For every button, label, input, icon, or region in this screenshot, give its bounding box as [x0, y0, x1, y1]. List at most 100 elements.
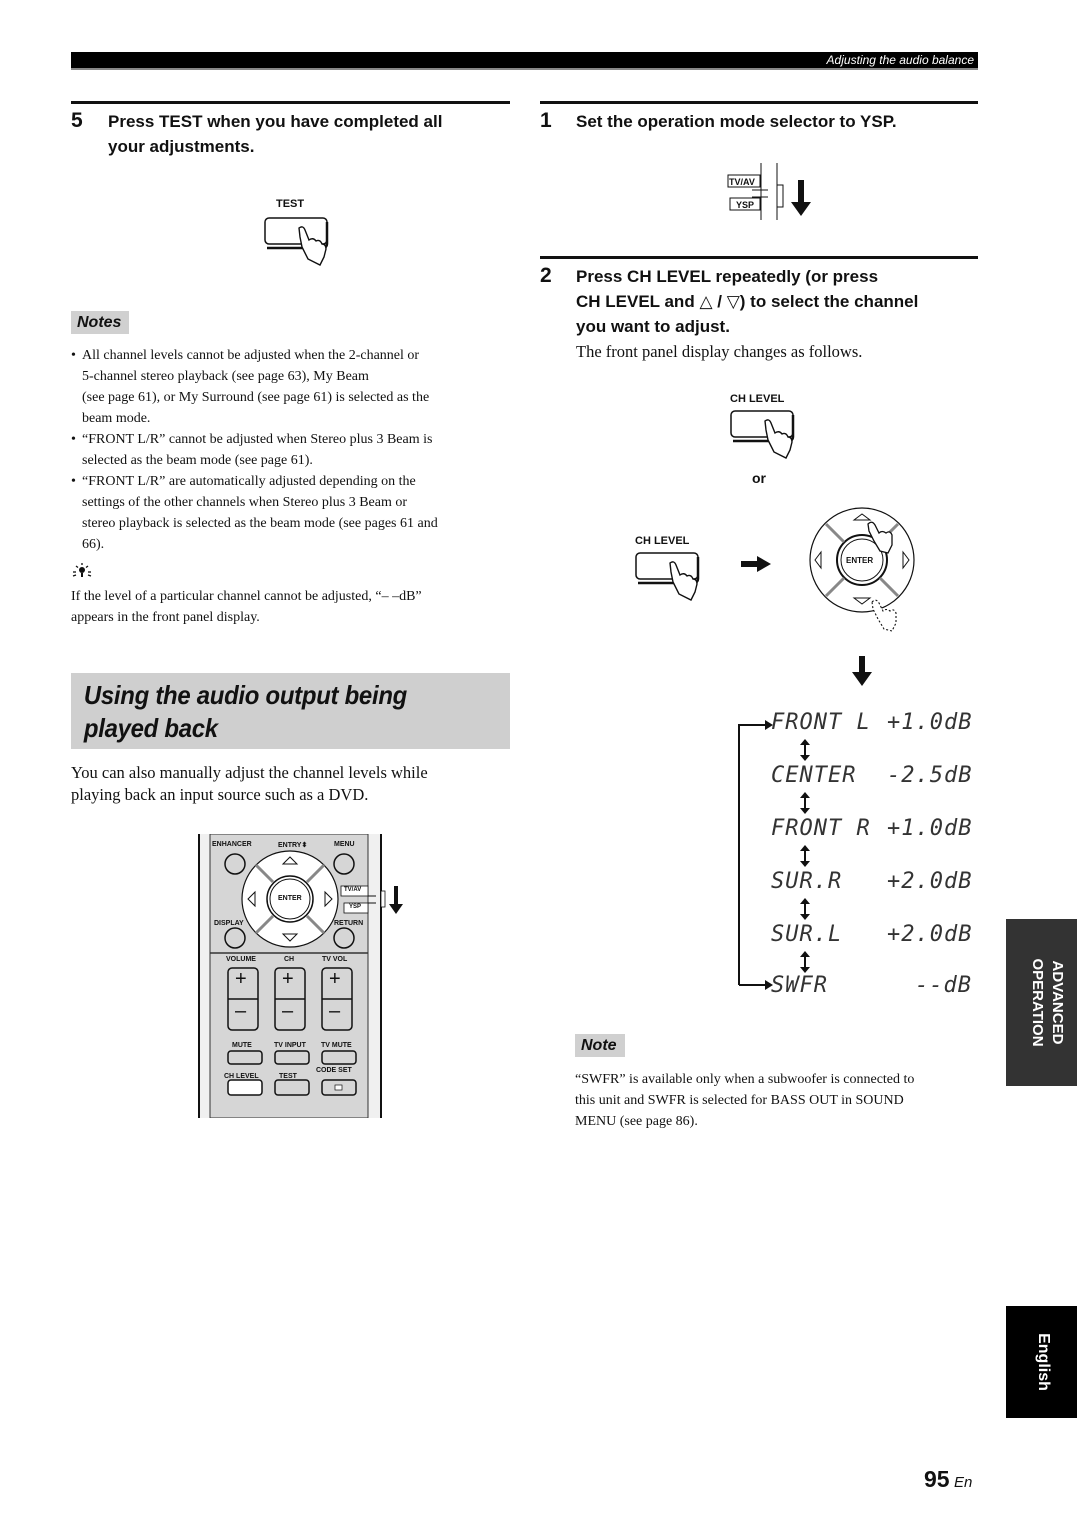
display-level: +2.0dB: [887, 922, 973, 947]
menu-button: [333, 853, 355, 875]
step-2-text: Press CH LEVEL repeatedly (or press CH L…: [576, 264, 981, 339]
step-5-line: your adjustments.: [108, 137, 255, 156]
display-level: --dB: [915, 973, 972, 998]
section-title-line: Using the audio output being: [83, 680, 408, 710]
enhancer-button: [224, 853, 246, 875]
note-line: beam mode.: [82, 411, 151, 426]
note-line: 5-channel stereo playback (see page 63),…: [82, 369, 369, 384]
ysp-label: YSP: [349, 904, 362, 910]
page-number-value: 95: [924, 1466, 950, 1492]
step-number: 2: [540, 264, 552, 287]
menu-label: MENU: [334, 841, 355, 848]
display-channel: SUR.R: [771, 869, 843, 894]
volume-up-button[interactable]: +: [235, 968, 247, 991]
or-label: or: [752, 470, 766, 486]
note-line: (see page 61), or My Surround (see page …: [82, 390, 430, 405]
step-2-fragment: CH LEVEL and: [576, 292, 695, 311]
tv-mute-label: TV MUTE: [321, 1042, 352, 1049]
note-line: stereo playback is selected as the beam …: [82, 516, 438, 531]
display-channel: FRONT L: [771, 710, 871, 735]
note-line: All channel levels cannot be adjusted wh…: [82, 348, 420, 363]
step-number: 5: [71, 109, 83, 132]
down-arrow-icon: [389, 886, 403, 914]
intro-line: You can also manually adjust the channel…: [71, 763, 428, 782]
display-channel: SWFR: [771, 973, 828, 998]
step-5-text: Press TEST when you have completed all y…: [108, 109, 508, 159]
press-button-illustration: [264, 217, 329, 266]
step-2-line: you want to adjust.: [576, 317, 730, 336]
entry-label: ENTRY⬍: [278, 842, 308, 849]
display-channel: FRONT R: [771, 816, 871, 841]
english-tab-label: English: [1035, 1333, 1052, 1391]
english-tab[interactable]: English: [1006, 1306, 1077, 1418]
section-title: Using the audio output being played back: [71, 673, 475, 745]
ch-level-label: CH LEVEL: [730, 393, 785, 405]
display-level: +1.0dB: [887, 816, 973, 841]
ysp-label: YSP: [736, 200, 755, 210]
advanced-operation-tab[interactable]: ADVANCED OPERATION: [1006, 919, 1077, 1086]
tv-av-label: TV/AV: [729, 177, 755, 187]
tv-vol-label: TV VOL: [322, 956, 348, 963]
note-line: selected as the beam mode (see page 61).: [82, 453, 313, 468]
note-line: 66).: [82, 537, 105, 552]
up-triangle-icon: △: [699, 292, 713, 311]
display-level: +2.0dB: [887, 869, 973, 894]
section-intro: You can also manually adjust the channel…: [71, 762, 511, 806]
step-2-description: The front panel display changes as follo…: [576, 342, 863, 361]
tip-text: If the level of a particular channel can…: [71, 586, 511, 628]
display-level: -2.5dB: [887, 763, 973, 788]
running-header: Adjusting the audio balance: [71, 52, 978, 70]
mode-selector[interactable]: TV/AV YSP: [726, 163, 826, 223]
ch-level-label: CH LEVEL: [635, 535, 690, 547]
note-line: “FRONT L/R” cannot be adjusted when Ster…: [82, 432, 433, 447]
ch-down-button[interactable]: –: [282, 1000, 293, 1023]
step-divider: [71, 101, 510, 104]
tip-line: If the level of a particular channel can…: [71, 589, 422, 604]
right-arrow-icon: [741, 556, 771, 577]
note-line: settings of the other channels when Ster…: [82, 495, 408, 510]
return-label: RETURN: [334, 920, 364, 927]
tv-vol-up-button[interactable]: +: [329, 968, 341, 991]
display-label: DISPLAY: [214, 920, 244, 927]
note-text: “SWFR” is available only when a subwoofe…: [575, 1069, 985, 1132]
step-divider: [540, 101, 978, 104]
test-label: TEST: [279, 1073, 297, 1080]
note-item: • “FRONT L/R” are automatically adjusted…: [71, 471, 511, 555]
cycle-loop-arrow: [738, 720, 810, 990]
step-5-line: Press TEST when you have completed all: [108, 112, 443, 131]
advanced-operation-tab-label: ADVANCED OPERATION: [1027, 919, 1077, 1086]
tv-vol-down-button[interactable]: –: [329, 1000, 340, 1023]
display-channel: CENTER: [771, 763, 857, 788]
remote-control: ENHANCER ENTRY⬍ MENU ENTER TV/AV YSP DIS…: [198, 834, 410, 1118]
ch-level-button[interactable]: [728, 407, 808, 468]
volume-down-button[interactable]: –: [235, 1000, 246, 1023]
test-button[interactable]: [262, 214, 342, 275]
slash: /: [717, 292, 722, 311]
direction-pad[interactable]: ENTER: [808, 506, 920, 636]
step-2-fragment: ) to select the channel: [739, 292, 919, 311]
ch-level-button[interactable]: [633, 549, 713, 610]
down-arrow-icon: [791, 180, 811, 216]
bullet: •: [71, 432, 76, 447]
page-number: 95 En: [924, 1466, 972, 1493]
ch-up-button[interactable]: +: [282, 968, 294, 991]
mute-label: MUTE: [232, 1042, 252, 1049]
note-label: Note: [575, 1034, 625, 1057]
return-button: [333, 927, 355, 949]
press-button-illustration: [730, 410, 795, 459]
display-sequence: FRONT L +1.0dB CENTER -2.5dB FRONT R +1.…: [735, 705, 985, 1005]
notes-list: • All channel levels cannot be adjusted …: [71, 345, 511, 555]
enhancer-label: ENHANCER: [212, 841, 252, 848]
down-triangle-icon: ▽: [726, 292, 740, 311]
down-arrow-icon: [852, 656, 872, 691]
ch-level-label: CH LEVEL: [224, 1073, 259, 1080]
tv-av-label: TV/AV: [344, 887, 362, 893]
note-item: • All channel levels cannot be adjusted …: [71, 345, 511, 429]
note-line: “FRONT L/R” are automatically adjusted d…: [82, 474, 416, 489]
tab-label-line: OPERATION: [1029, 958, 1046, 1047]
section-heading: Using the audio output being played back: [71, 673, 510, 749]
step-1-text: Set the operation mode selector to YSP.: [576, 112, 897, 131]
bullet: •: [71, 474, 76, 489]
note-line: MENU (see page 86).: [575, 1114, 698, 1129]
tip-line: appears in the front panel display.: [71, 610, 260, 625]
